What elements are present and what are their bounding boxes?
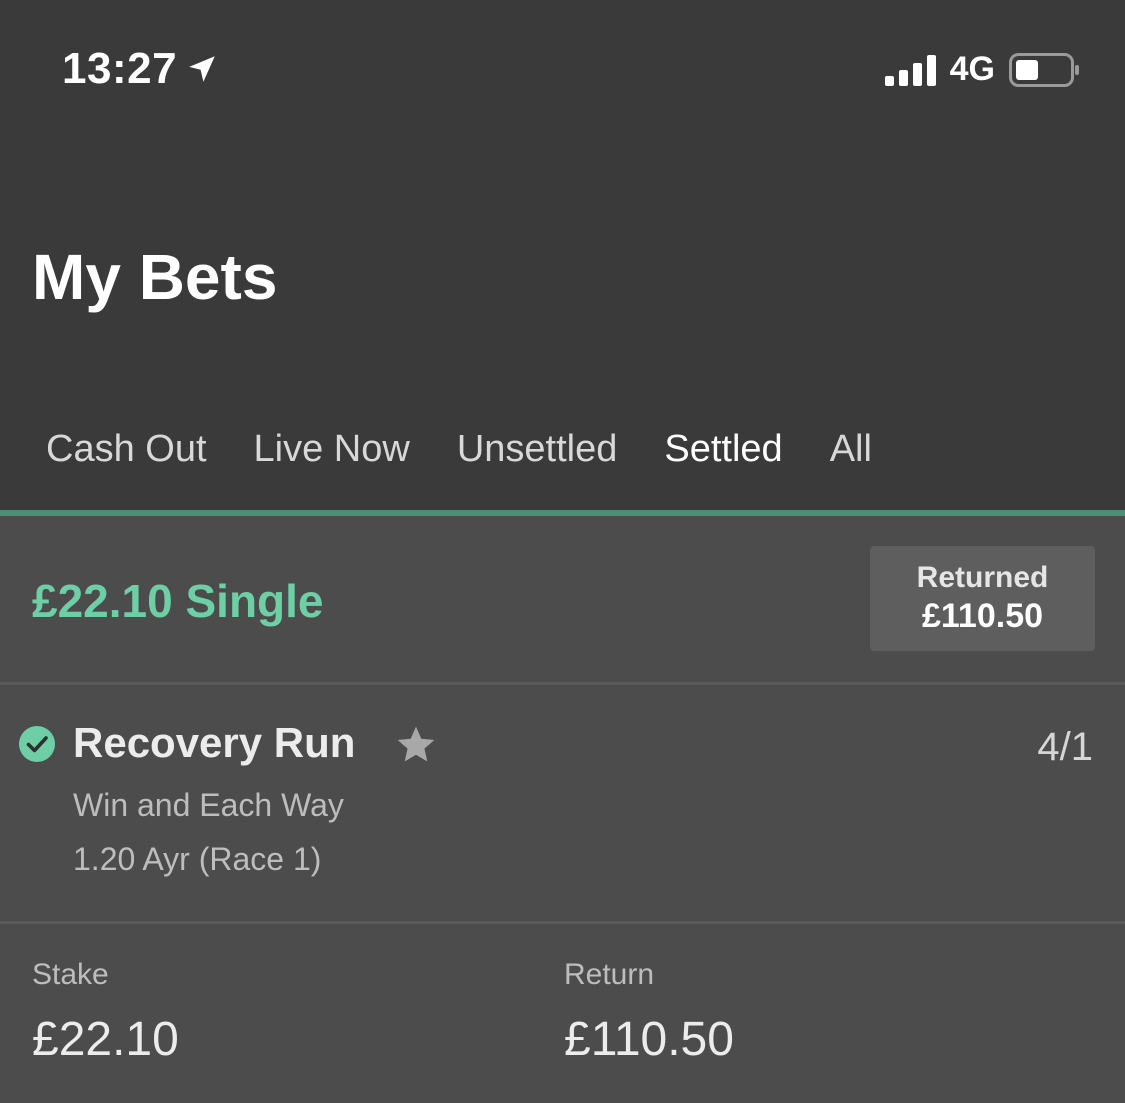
- signal-bars-icon: [884, 54, 936, 86]
- returned-badge: Returned £110.50: [870, 546, 1095, 651]
- bet-title: £22.10 Single: [32, 575, 324, 627]
- selection-name: Recovery Run: [73, 719, 356, 766]
- stake-value: £22.10: [32, 1013, 179, 1066]
- return-value: £110.50: [564, 1013, 734, 1066]
- battery-icon: [1009, 52, 1079, 87]
- clock-text: 13:27: [62, 44, 178, 93]
- app-header: 13:27 4G My Bets Cash Out Live Now Unset…: [0, 0, 1125, 516]
- tab-cash-out[interactable]: Cash Out: [46, 422, 207, 516]
- status-bar-time: 13:27: [62, 44, 219, 94]
- return-label: Return: [564, 958, 655, 991]
- bet-card-header[interactable]: £22.10 Single Returned £110.50: [0, 516, 1125, 682]
- page-title: My Bets: [32, 241, 278, 313]
- bet-selection[interactable]: Recovery Run 4/1 Win and Each Way 1.20 A…: [0, 685, 1125, 921]
- returned-amount: £110.50: [921, 597, 1044, 635]
- tab-settled[interactable]: Settled: [664, 422, 784, 516]
- check-circle-icon: [19, 726, 55, 762]
- returned-label: Returned: [916, 561, 1049, 594]
- location-arrow-icon: [189, 56, 215, 82]
- selection-market: Win and Each Way: [73, 787, 344, 823]
- status-bar-right: 4G: [884, 50, 1081, 89]
- stake-label: Stake: [32, 958, 109, 991]
- star-icon[interactable]: [394, 723, 438, 767]
- selection-odds: 4/1: [1037, 725, 1093, 769]
- network-type: 4G: [949, 50, 995, 88]
- bet-summary: Stake £22.10 Return £110.50: [0, 924, 1125, 1103]
- bet-tabs: Cash Out Live Now Unsettled Settled All: [0, 422, 1125, 516]
- tab-live-now[interactable]: Live Now: [254, 422, 410, 516]
- tab-unsettled[interactable]: Unsettled: [457, 422, 618, 516]
- selection-event: 1.20 Ayr (Race 1): [73, 841, 322, 877]
- tab-all[interactable]: All: [830, 422, 872, 516]
